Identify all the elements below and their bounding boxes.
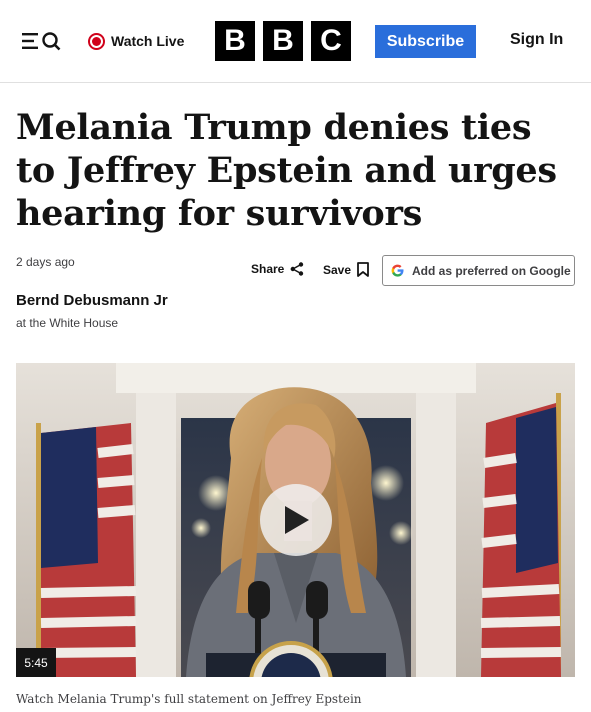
- save-button[interactable]: Save: [323, 262, 369, 277]
- article-timestamp: 2 days ago: [16, 255, 75, 269]
- bookmark-icon: [357, 262, 369, 277]
- author-name[interactable]: Bernd Debusmann Jr: [16, 292, 168, 309]
- bbc-logo[interactable]: B B C: [215, 21, 351, 61]
- watch-live-link[interactable]: Watch Live: [88, 30, 184, 52]
- logo-letter: C: [311, 21, 351, 61]
- site-header: Watch Live B B C Subscribe Sign In: [0, 0, 591, 83]
- author-role: at the White House: [16, 316, 119, 330]
- watch-live-label: Watch Live: [111, 33, 185, 49]
- google-icon: [391, 264, 404, 277]
- share-label: Share: [251, 262, 285, 276]
- subscribe-button[interactable]: Subscribe: [375, 25, 476, 58]
- save-label: Save: [323, 262, 352, 277]
- video-caption: Watch Melania Trump's full statement on …: [16, 692, 362, 706]
- video-duration: 5:45: [16, 648, 56, 677]
- sign-in-link[interactable]: Sign In: [510, 31, 563, 49]
- add-preferred-google-button[interactable]: Add as preferred on Google: [382, 255, 575, 286]
- play-button[interactable]: [260, 484, 332, 556]
- live-icon: [88, 32, 105, 50]
- logo-letter: B: [215, 21, 255, 61]
- play-icon: [285, 506, 309, 534]
- logo-letter: B: [263, 21, 303, 61]
- google-button-label: Add as preferred on Google: [412, 263, 571, 278]
- article-headline: Melania Trump denies ties to Jeffrey Eps…: [16, 107, 557, 234]
- share-icon: [290, 262, 304, 276]
- menu-search-icon[interactable]: [22, 31, 62, 51]
- share-button[interactable]: Share: [251, 262, 304, 276]
- video-player[interactable]: 5:45: [16, 363, 575, 677]
